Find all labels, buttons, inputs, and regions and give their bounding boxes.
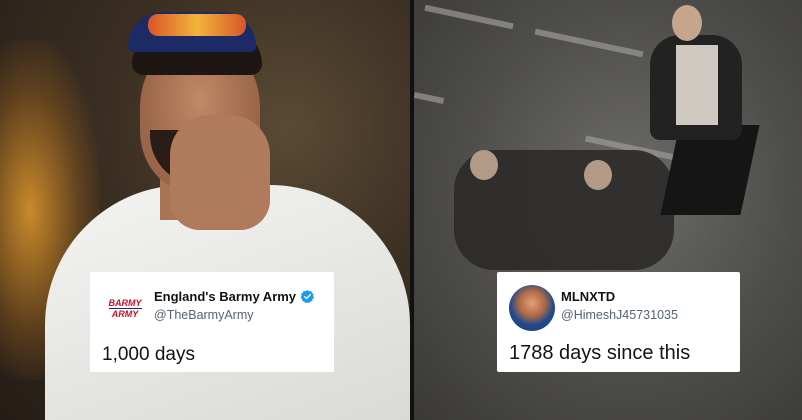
handle: @TheBarmyArmy [154,308,254,322]
display-name: England's Barmy Army [154,289,297,304]
tweet-card-mlnxtd: MLNXTD @HimeshJ45731035 1788 days since … [497,272,740,372]
tweet-card-barmy-army: BARMY ARMY England's Barmy Army @TheBarm… [90,272,334,372]
name-row: England's Barmy Army [154,289,315,304]
display-name: MLNXTD [561,289,616,304]
left-photo-panel: BARMY ARMY England's Barmy Army @TheBarm… [0,0,410,420]
person-head [470,150,498,180]
sunglasses [148,14,246,36]
barmy-army-logo: BARMY ARMY [108,297,142,319]
tweet-text: 1788 days since this [509,342,691,364]
profile-photo-icon [509,285,555,331]
shushing-hands [170,115,270,230]
road-marking [534,28,644,58]
barmy-army-logo-icon: BARMY ARMY [102,285,148,331]
handle: @HimeshJ45731035 [561,308,678,322]
standing-man-shirt [676,45,718,125]
name-row: MLNXTD [561,289,615,304]
person-head [584,160,612,190]
standing-man-head [672,5,702,41]
verified-badge-icon [300,289,315,304]
road-marking [414,91,445,105]
road-marking [424,4,514,30]
tweet-text: 1,000 days [102,344,195,365]
